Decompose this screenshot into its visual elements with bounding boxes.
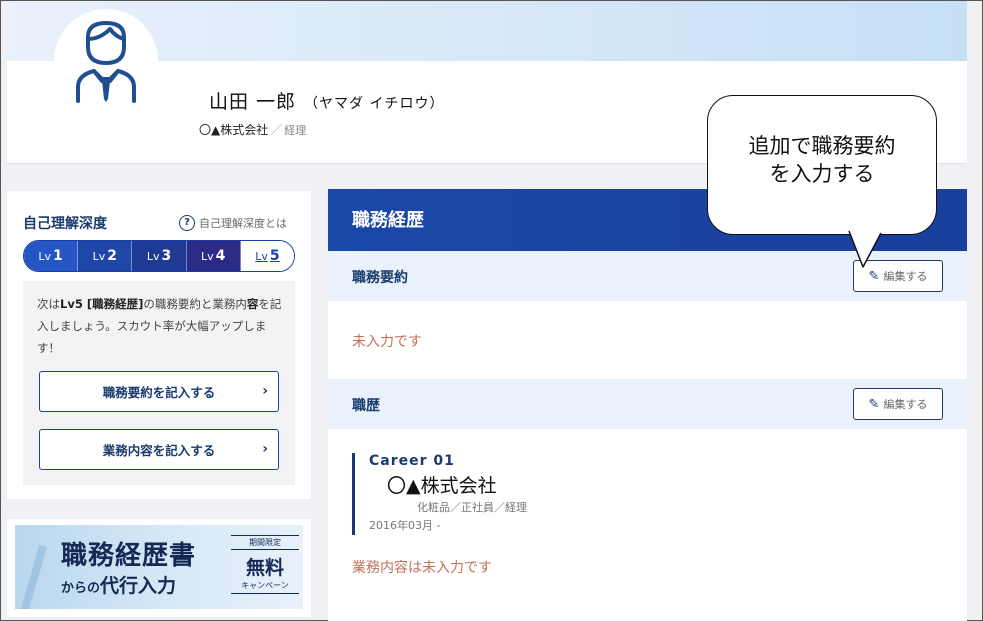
next-text-part: の職務要約と業務内 xyxy=(143,297,247,311)
level-card: 自己理解深度 ? 自己理解深度とは Lv 1 Lv 2 Lv 3 Lv 4 Lv 5 次は… xyxy=(7,191,311,499)
history-section-head: 職歴 ✎ 編集する xyxy=(328,379,967,429)
promo-card: 職務経歴書 からの代行入力 期間限定 無料 キャンペーン xyxy=(7,519,311,617)
promo-free: 無料 xyxy=(245,557,284,579)
write-duties-button[interactable]: 業務内容を記入する › xyxy=(39,429,279,470)
pencil-icon: ✎ xyxy=(868,396,880,412)
chevron-right-icon: › xyxy=(262,441,268,457)
write-summary-button[interactable]: 職務要約を記入する › xyxy=(39,371,279,412)
company-text: 〇▲株式会社 xyxy=(199,123,269,137)
promo-limited: 期間限定 xyxy=(231,535,299,550)
promo-sub-small: からの xyxy=(61,581,101,596)
promo-subtitle: からの代行入力 xyxy=(61,571,176,598)
level-5-link[interactable]: Lv 5 xyxy=(240,241,294,271)
help-icon: ? xyxy=(179,215,195,231)
next-step-text: 次はLv5 [職務経歴]の職務要約と業務内容を記入しましょう。スカウト率が大幅ア… xyxy=(37,293,283,359)
career-duties-empty: 業務内容は未入力です xyxy=(352,560,492,576)
level-num: 3 xyxy=(161,248,172,264)
next-text-bold: 容 xyxy=(246,297,259,311)
promo-sub-main: 代行入力 xyxy=(100,575,177,597)
level-bar: Lv 1 Lv 2 Lv 3 Lv 4 Lv 5 xyxy=(23,240,295,272)
profile-name: 山田 一郎 （ヤマダ イチロウ） xyxy=(209,87,445,114)
summary-empty: 未入力です xyxy=(352,334,422,350)
profile-company: 〇▲株式会社／経理 xyxy=(199,121,306,138)
career-meta: 化粧品／正社員／経理 xyxy=(417,501,527,514)
promo-banner[interactable]: 職務経歴書 からの代行入力 期間限定 無料 キャンペーン xyxy=(15,525,303,609)
summary-label: 職務要約 xyxy=(352,270,408,286)
level-num: 4 xyxy=(215,248,226,264)
chevron-right-icon: › xyxy=(262,383,268,399)
level-title: 自己理解深度 xyxy=(23,216,107,232)
level-prefix: Lv xyxy=(255,249,268,263)
edit-history-button[interactable]: ✎ 編集する xyxy=(853,388,943,420)
button-label: 職務要約を記入する xyxy=(102,385,216,400)
level-4: Lv 4 xyxy=(186,241,241,271)
button-label: 編集する xyxy=(883,398,928,411)
level-help-link[interactable]: ? 自己理解深度とは xyxy=(179,215,287,231)
level-prefix: Lv xyxy=(146,249,160,263)
next-text-bold: Lv5 [職務経歴] xyxy=(60,297,144,311)
person-icon xyxy=(76,21,136,103)
name-kana: （ヤマダ イチロウ） xyxy=(304,96,445,112)
level-help-label: 自己理解深度とは xyxy=(199,217,287,230)
level-prefix: Lv xyxy=(92,249,106,263)
career-number: Career 01 xyxy=(369,453,455,469)
promo-campaign: キャンペーン xyxy=(231,580,299,594)
level-prefix: Lv xyxy=(38,249,52,263)
promo-title: 職務経歴書 xyxy=(61,541,197,571)
career-entry: Career 01 〇▲株式会社 化粧品／正社員／経理 2016年03月 - xyxy=(352,453,527,535)
button-label: 業務内容を記入する xyxy=(102,443,216,458)
summary-body: 未入力です xyxy=(328,301,967,379)
role-text: 経理 xyxy=(284,124,307,137)
level-3: Lv 3 xyxy=(132,241,187,271)
pen-icon xyxy=(21,545,47,609)
next-step-box: 次はLv5 [職務経歴]の職務要約と業務内容を記入しましょう。スカウト率が大幅ア… xyxy=(23,281,295,485)
next-text-part: 次は xyxy=(37,297,60,311)
name-text: 山田 一郎 xyxy=(209,91,297,113)
callout-line-1: 追加で職務要約 xyxy=(748,134,896,158)
history-label: 職歴 xyxy=(352,398,380,414)
promo-badge: 期間限定 無料 キャンペーン xyxy=(231,535,299,595)
callout-line-2: を入力する xyxy=(769,162,875,186)
career-date: 2016年03月 - xyxy=(369,519,441,532)
callout-tail xyxy=(848,229,882,268)
separator: ／ xyxy=(270,123,283,137)
level-num: 5 xyxy=(269,248,280,264)
level-2: Lv 2 xyxy=(78,241,133,271)
annotation-callout: 追加で職務要約 を入力する xyxy=(707,95,937,235)
level-1: Lv 1 xyxy=(24,241,79,271)
level-num: 2 xyxy=(107,248,117,264)
level-prefix: Lv xyxy=(201,249,214,263)
avatar xyxy=(54,9,158,113)
career-company: 〇▲株式会社 xyxy=(387,475,497,497)
level-num: 1 xyxy=(53,248,63,264)
